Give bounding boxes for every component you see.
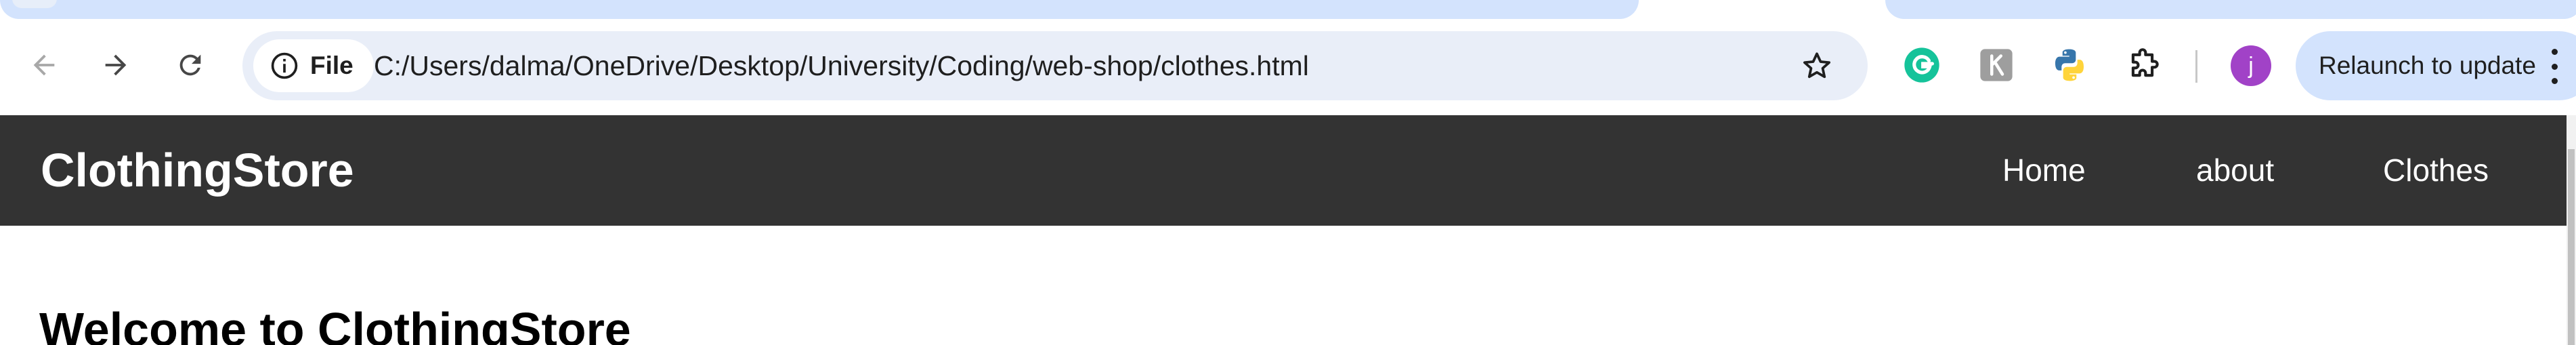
page-viewport: ClothingStore Home about Clothes Welcome… — [0, 115, 2567, 345]
vertical-scrollbar[interactable] — [2567, 115, 2576, 345]
browser-toolbar: File C:/Users/dalma/OneDrive/Desktop/Uni… — [0, 20, 2576, 115]
relaunch-button[interactable]: Relaunch to update — [2296, 31, 2576, 100]
avatar[interactable]: j — [2231, 45, 2271, 86]
grammarly-icon[interactable] — [1902, 45, 1942, 85]
more-vert-icon[interactable] — [2548, 49, 2561, 84]
address-bar[interactable]: File C:/Users/dalma/OneDrive/Desktop/Uni… — [242, 31, 1868, 100]
page-title: Welcome to ClothingStore — [39, 303, 631, 345]
scrollbar-thumb[interactable] — [2568, 149, 2575, 345]
nav-link-home[interactable]: Home — [2002, 115, 2086, 226]
site-info-chip[interactable]: File — [253, 39, 374, 92]
url-text[interactable]: C:/Users/dalma/OneDrive/Desktop/Universi… — [374, 31, 1309, 100]
back-arrow-icon[interactable] — [22, 43, 66, 87]
tab-strip — [0, 0, 2576, 20]
site-chip-label: File — [310, 52, 353, 79]
browser-chrome: File C:/Users/dalma/OneDrive/Desktop/Uni… — [0, 0, 2576, 115]
forward-arrow-icon[interactable] — [93, 43, 138, 87]
nav-link-clothes[interactable]: Clothes — [2383, 115, 2489, 226]
tab-inactive[interactable] — [1885, 0, 2576, 19]
extension-gray-icon[interactable] — [1976, 45, 2017, 85]
python-icon[interactable] — [2049, 45, 2090, 85]
nav-link-about[interactable]: about — [2196, 115, 2274, 226]
info-icon — [270, 51, 299, 81]
site-navbar: ClothingStore Home about Clothes — [0, 115, 2567, 226]
toolbar-divider — [2195, 50, 2197, 83]
site-brand[interactable]: ClothingStore — [41, 115, 354, 226]
reload-icon[interactable] — [168, 43, 213, 87]
star-icon[interactable] — [1800, 49, 1834, 83]
tab-active[interactable] — [0, 0, 1639, 19]
tab-favicon-area — [12, 0, 57, 8]
puzzle-icon[interactable] — [2122, 45, 2163, 85]
